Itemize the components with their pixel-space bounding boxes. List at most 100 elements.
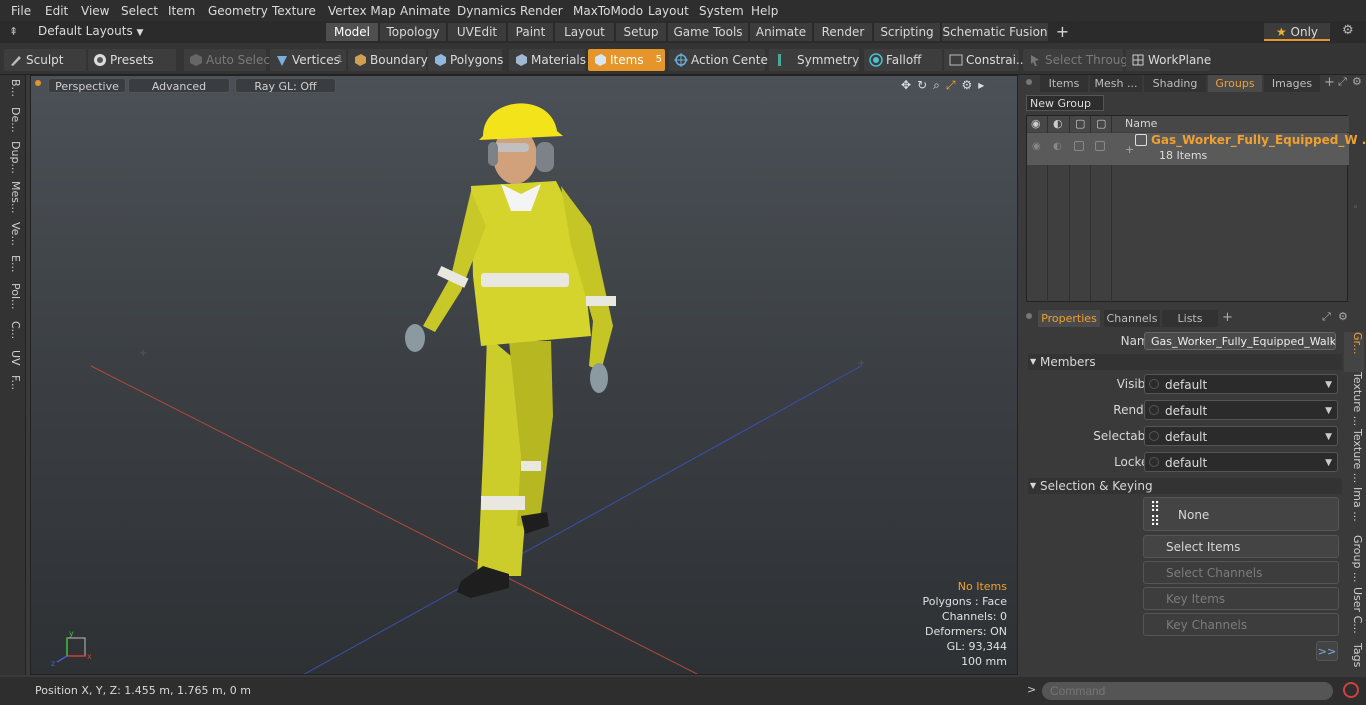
selectable-dropdown[interactable]: default ▼	[1144, 426, 1338, 446]
render-icon[interactable]: ◐	[1053, 117, 1063, 130]
side-tab-texture-2[interactable]: Texture ...	[1344, 429, 1364, 485]
menu-dynamics[interactable]: Dynamics	[457, 4, 516, 18]
items-button[interactable]: Items 5	[588, 49, 665, 71]
select-icon[interactable]: ▢	[1096, 117, 1106, 130]
left-tab-mesh-edit[interactable]: Mes...	[4, 181, 22, 217]
new-group-button[interactable]: New Group	[1026, 95, 1104, 111]
eye-icon[interactable]: ◉	[1032, 141, 1041, 152]
tab-animate[interactable]: Animate	[750, 23, 813, 41]
left-tab-fusion[interactable]: F...	[4, 375, 22, 405]
left-tab-deform[interactable]: De...	[4, 107, 22, 137]
vertices-button[interactable]: Vertices 1	[270, 49, 346, 71]
menu-help[interactable]: Help	[751, 4, 778, 18]
select-toggle-icon[interactable]	[1095, 141, 1105, 151]
tab-channels[interactable]: Channels	[1104, 310, 1160, 327]
select-through-button[interactable]: Select Through	[1023, 49, 1136, 71]
tab-groups[interactable]: Groups	[1208, 75, 1262, 92]
menu-view[interactable]: View	[81, 4, 109, 18]
falloff-button[interactable]: Falloff	[864, 49, 942, 71]
tab-setup[interactable]: Setup	[616, 23, 667, 41]
3d-viewport[interactable]: Perspective Advanced Ray GL: Off ✥↻⌕⤢⚙▸ …	[30, 75, 1018, 675]
members-section[interactable]: ▼ Members	[1028, 354, 1342, 370]
key-channels-button[interactable]: Key Channels	[1143, 613, 1339, 636]
expand-panel-icon[interactable]: ⤢	[1338, 75, 1347, 89]
tab-model[interactable]: Model	[326, 23, 379, 41]
add-tab-icon[interactable]: +	[1222, 310, 1233, 325]
tab-game-tools[interactable]: Game Tools	[668, 23, 749, 41]
add-tab-icon[interactable]: +	[1052, 23, 1074, 41]
auto-select-button[interactable]: Auto Select	[184, 49, 275, 71]
menu-select[interactable]: Select	[121, 4, 158, 18]
tab-items[interactable]: Items	[1040, 75, 1088, 92]
tab-mesh[interactable]: Mesh ...	[1090, 75, 1142, 92]
action-center-button[interactable]: Action Center	[669, 49, 773, 71]
render-toggle-icon[interactable]: ◐	[1053, 141, 1062, 152]
workplane-button[interactable]: WorkPlane	[1126, 49, 1211, 71]
boundary-button[interactable]: Boundary	[348, 49, 428, 71]
default-layouts-dropdown[interactable]: Default Layouts ▼	[38, 24, 143, 38]
key-items-button[interactable]: Key Items	[1143, 587, 1339, 610]
menu-vertex-map[interactable]: Vertex Map	[328, 4, 396, 18]
side-tab-user-channels[interactable]: User C...	[1344, 587, 1364, 639]
menu-file[interactable]: File	[11, 4, 31, 18]
tab-schematic-fusion[interactable]: Schematic Fusion	[942, 23, 1049, 41]
menu-animate[interactable]: Animate	[400, 4, 450, 18]
side-tab-image[interactable]: Ima ...	[1344, 487, 1364, 533]
record-icon[interactable]	[1343, 682, 1359, 698]
menu-texture[interactable]: Texture	[272, 4, 316, 18]
left-tab-polygon[interactable]: Pol...	[4, 283, 22, 319]
group-row[interactable]: ◉ ◐ + Gas_Worker_Fully_Equipped_W ... 18…	[1027, 133, 1366, 165]
selection-keying-section[interactable]: ▼ Selection & Keying	[1028, 478, 1342, 494]
command-input[interactable]	[1042, 682, 1333, 700]
expand-panel-icon[interactable]: ⤢	[1322, 310, 1331, 324]
select-channels-button[interactable]: Select Channels	[1143, 561, 1339, 584]
tab-properties[interactable]: Properties	[1038, 310, 1100, 327]
tab-layout[interactable]: Layout	[555, 23, 615, 41]
symmetry-button[interactable]: Symmetry	[769, 49, 859, 71]
tab-topology[interactable]: Topology	[380, 23, 447, 41]
layout-lock-icon[interactable]: ⇞	[9, 25, 18, 38]
menu-system[interactable]: System	[699, 4, 744, 18]
tab-paint[interactable]: Paint	[508, 23, 554, 41]
left-tab-curve[interactable]: C...	[4, 321, 22, 345]
none-selection-button[interactable]: ⠿ ⠿ None	[1143, 497, 1339, 531]
tab-images[interactable]: Images	[1264, 75, 1320, 92]
tab-scripting[interactable]: Scripting	[874, 23, 941, 41]
visible-dropdown[interactable]: default ▼	[1144, 374, 1338, 394]
menu-render[interactable]: Render	[520, 4, 563, 18]
materials-button[interactable]: Materials	[509, 49, 586, 71]
add-tab-icon[interactable]: +	[1324, 75, 1335, 90]
presets-button[interactable]: Presets	[88, 49, 176, 71]
side-tab-texture-1[interactable]: Texture ...	[1344, 372, 1364, 428]
tab-shading[interactable]: Shading	[1144, 75, 1206, 92]
only-toggle[interactable]: ★ Only	[1264, 23, 1330, 41]
constraints-button[interactable]: Constrai...	[944, 49, 1027, 71]
lock-toggle-icon[interactable]	[1074, 141, 1084, 151]
sculpt-button[interactable]: Sculpt	[4, 49, 86, 71]
render-dropdown[interactable]: default ▼	[1144, 400, 1338, 420]
scroll-handle-icon[interactable]: ◦	[1353, 203, 1358, 213]
side-tab-group[interactable]: Gr...	[1344, 332, 1364, 372]
panel-gear-icon[interactable]: ⚙	[1352, 75, 1362, 88]
name-field[interactable]: Gas_Worker_Fully_Equipped_Walking	[1144, 332, 1336, 350]
tab-render[interactable]: Render	[814, 23, 873, 41]
left-tab-vertex[interactable]: Ve...	[4, 222, 22, 250]
lock-icon[interactable]: ▢	[1075, 117, 1085, 130]
gas-worker-model[interactable]	[405, 103, 616, 598]
expand-icon[interactable]: +	[1125, 143, 1134, 156]
menu-edit[interactable]: Edit	[45, 4, 68, 18]
side-tab-tags[interactable]: Tags	[1344, 643, 1364, 675]
polygons-button[interactable]: Polygons	[428, 49, 503, 71]
panel-gear-icon[interactable]: ⚙	[1338, 310, 1348, 323]
left-tab-uv[interactable]: UV	[4, 350, 22, 372]
tab-lists[interactable]: Lists	[1162, 310, 1218, 327]
menu-maxtomodo[interactable]: MaxToModo	[573, 4, 643, 18]
select-items-button[interactable]: Select Items	[1143, 535, 1339, 558]
gear-icon[interactable]: ⚙	[1342, 23, 1354, 38]
more-button[interactable]: >>	[1316, 641, 1338, 661]
side-tab-group-2[interactable]: Group ...	[1344, 535, 1364, 585]
menu-geometry[interactable]: Geometry	[208, 4, 268, 18]
left-tab-duplicate[interactable]: Dup...	[4, 141, 22, 177]
tab-uvedit[interactable]: UVEdit	[448, 23, 507, 41]
left-tab-edge[interactable]: E...	[4, 255, 22, 279]
